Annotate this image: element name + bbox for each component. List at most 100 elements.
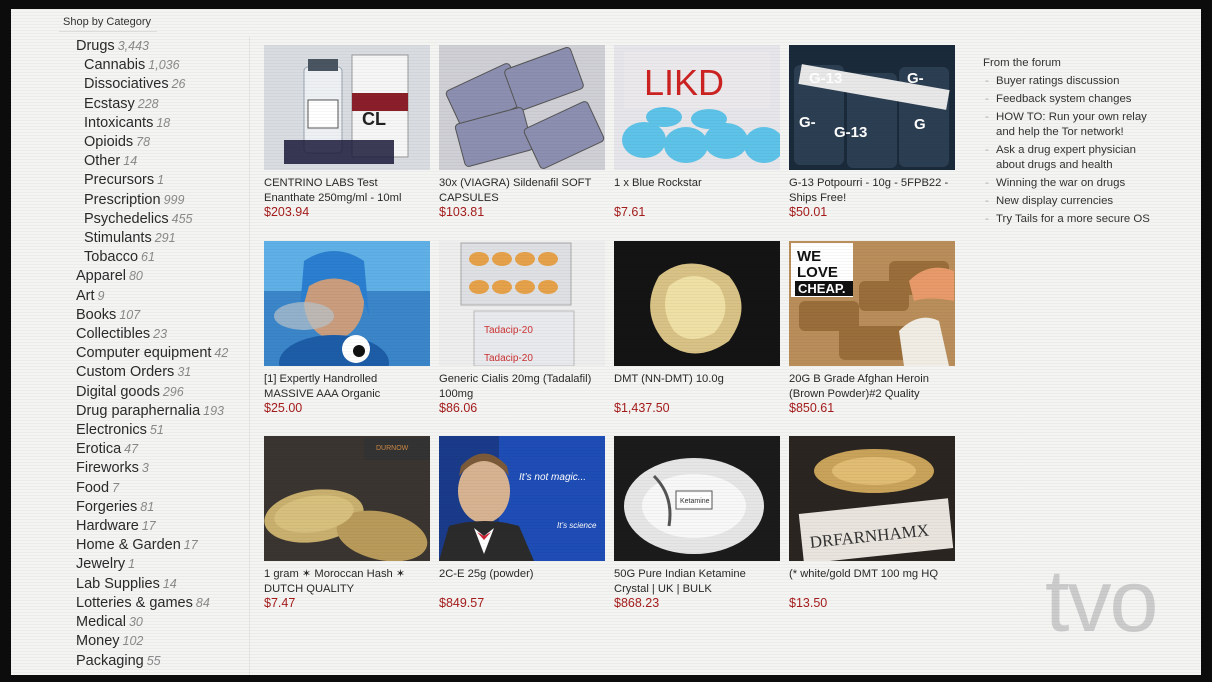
listing-card[interactable]: It’s not magic... It’s science 2C-E 25g (p… (439, 436, 605, 611)
category-name: Hardware (76, 518, 139, 535)
forum-link[interactable]: New display currencies (983, 194, 1153, 209)
listing-title[interactable]: (* white/gold DMT 100 mg HQ (789, 567, 955, 596)
category-item[interactable]: Home & Garden 17 (49, 536, 249, 555)
category-item[interactable]: Packaging 55 (49, 652, 249, 671)
category-count: 23 (153, 327, 168, 342)
listing-card[interactable]: G-13 G- G- G-13 G G-13 Potpourri - 10g - 5FPB… (789, 45, 955, 220)
category-item[interactable]: Electronics 51 (49, 421, 249, 440)
listing-title[interactable]: G-13 Potpourri - 10g - 5FPB22 - Ships Fr… (789, 176, 955, 205)
listing-thumbnail[interactable]: LIKD (614, 45, 780, 170)
category-item[interactable]: Medical 30 (49, 613, 249, 632)
listing-card[interactable]: WE LOVE CHEAP. 20G B Grade Afghan Heroin (B… (789, 241, 955, 416)
category-item[interactable]: Hardware 17 (49, 517, 249, 536)
listing-card[interactable]: DRFARNHAMX (* white/gold DMT 100 mg HQ $13… (789, 436, 955, 611)
listing-thumbnail[interactable]: DRFARNHAMX (789, 436, 955, 561)
listing-card[interactable]: Tadacip-20 Tadacip-20 Generic Cialis 20mg … (439, 241, 605, 416)
listing-card[interactable]: 30x (VIAGRA) Sildenafil SOFT CAPSULES $10… (439, 45, 605, 220)
category-count: 78 (136, 135, 151, 150)
forum-link[interactable]: HOW TO: Run your own relay and help the … (983, 110, 1153, 140)
listing-thumbnail[interactable]: WE LOVE CHEAP. (789, 241, 955, 366)
category-item[interactable]: Books 107 (49, 306, 249, 325)
category-name: Psychedelics (84, 210, 169, 227)
category-item[interactable]: Lotteries & games 84 (49, 594, 249, 613)
category-item[interactable]: Other 14 (49, 152, 249, 171)
category-count: 61 (141, 250, 155, 265)
listing-thumbnail[interactable]: Ketamine (614, 436, 780, 561)
listing-title[interactable]: CENTRINO LABS Test Enanthate 250mg/ml - … (264, 176, 430, 205)
category-item[interactable]: Forgeries 81 (49, 498, 249, 517)
category-item[interactable]: Jewelry 1 (49, 555, 249, 574)
listing-card[interactable]: CL CENTRINO LABS Test Enanthate 250mg/ml … (264, 45, 430, 220)
category-item[interactable]: Psychedelics 455 (49, 210, 249, 229)
category-item[interactable]: Dissociatives 26 (49, 75, 249, 94)
forum-link[interactable]: Ask a drug expert physician about drugs … (983, 143, 1153, 173)
category-item[interactable]: Computer equipment 42 (49, 344, 249, 363)
category-item[interactable]: Opioids 78 (49, 133, 249, 152)
category-name: Cannabis (84, 57, 146, 74)
svg-text:LOVE: LOVE (797, 264, 838, 281)
listing-thumbnail[interactable] (439, 45, 605, 170)
category-item[interactable]: Apparel 80 (49, 267, 249, 286)
listing-card[interactable]: DMT (NN-DMT) 10.0g $1,437.50 (614, 241, 780, 416)
category-item[interactable]: Cannabis 1,036 (49, 56, 249, 75)
listing-thumbnail[interactable] (614, 241, 780, 366)
category-item[interactable]: Tobacco 61 (49, 248, 249, 267)
category-item[interactable]: Intoxicants 18 (49, 114, 249, 133)
listing-title[interactable]: 2C-E 25g (powder) (439, 567, 605, 596)
listing-card[interactable]: LIKD 1 x Blue Rockstar $7.61 (614, 45, 780, 220)
category-item[interactable]: Money 102 (49, 632, 249, 651)
category-item[interactable]: Drug paraphernalia 193 (49, 402, 249, 421)
forum-link[interactable]: Buyer ratings discussion (983, 74, 1153, 89)
category-count: 81 (140, 499, 155, 514)
listing-title[interactable]: 1 gram ✶ Moroccan Hash ✶ DUTCH QUALITY (264, 567, 430, 596)
category-item[interactable]: Drugs 3,443 (49, 37, 249, 56)
listing-thumbnail[interactable]: G-13 G- G- G-13 G (789, 45, 955, 170)
category-item[interactable]: Collectibles 23 (49, 325, 249, 344)
listing-card[interactable]: Ketamine 50G Pure Indian Ketamine Crystal… (614, 436, 780, 611)
category-item[interactable]: Food 7 (49, 479, 249, 498)
listing-thumbnail[interactable]: Tadacip-20 Tadacip-20 (439, 241, 605, 366)
category-count: 193 (203, 403, 224, 418)
listing-title[interactable]: 50G Pure Indian Ketamine Crystal | UK | … (614, 567, 780, 596)
listing-thumbnail[interactable]: CL (264, 45, 430, 170)
category-name: Other (84, 153, 121, 170)
svg-text:Tadacip-20: Tadacip-20 (484, 325, 533, 336)
tvo-watermark-logo: tvo (1045, 551, 1158, 650)
listing-price: $86.06 (439, 401, 478, 415)
category-count: 80 (128, 269, 143, 284)
category-item[interactable]: Ecstasy 228 (49, 95, 249, 114)
listing-card[interactable]: DURNOW 1 gram ✶ Moroccan Hash ✶ DUTCH QUA… (264, 436, 430, 611)
category-item[interactable]: Lab Supplies 14 (49, 575, 249, 594)
category-item[interactable]: Precursors 1 (49, 171, 249, 190)
category-name: Money (76, 633, 120, 650)
category-name: Stimulants (84, 230, 152, 247)
category-item[interactable]: Digital goods 296 (49, 383, 249, 402)
listing-price: $7.47 (264, 596, 296, 610)
forum-link[interactable]: Winning the war on drugs (983, 176, 1153, 191)
category-item[interactable]: Custom Orders 31 (49, 363, 249, 382)
category-sidebar: Drugs 3,443 Cannabis 1,036 Dissociatives 26 Ec… (49, 37, 250, 675)
category-item[interactable]: Erotica 47 (49, 440, 249, 459)
listing-title[interactable]: 30x (VIAGRA) Sildenafil SOFT CAPSULES (439, 176, 605, 205)
category-count: 31 (177, 365, 192, 380)
listing-thumbnail[interactable]: DURNOW (264, 436, 430, 561)
listing-title[interactable]: DMT (NN-DMT) 10.0g (614, 372, 780, 401)
category-item[interactable]: Prescription 999 (49, 191, 249, 210)
forum-link[interactable]: Try Tails for a more secure OS (983, 212, 1153, 227)
category-item[interactable]: Art 9 (49, 287, 249, 306)
listing-thumbnail[interactable] (264, 241, 430, 366)
listing-thumbnail[interactable]: It’s not magic... It’s science (439, 436, 605, 561)
listing-title[interactable]: [1] Expertly Handrolled MASSIVE AAA Orga… (264, 372, 430, 401)
listing-title[interactable]: 1 x Blue Rockstar (614, 176, 780, 205)
category-item[interactable]: Fireworks 3 (49, 459, 249, 478)
forum-link[interactable]: Feedback system changes (983, 92, 1153, 107)
category-item[interactable]: Stimulants 291 (49, 229, 249, 248)
category-name: Packaging (76, 652, 144, 669)
listing-title[interactable]: Generic Cialis 20mg (Tadalafil) 100mg (439, 372, 605, 401)
listing-title[interactable]: 20G B Grade Afghan Heroin (Brown Powder)… (789, 372, 955, 401)
listing-card[interactable]: [1] Expertly Handrolled MASSIVE AAA Orga… (264, 241, 430, 416)
category-count: 296 (162, 384, 184, 399)
category-name: Lotteries & games (76, 594, 193, 611)
svg-text:DURNOW: DURNOW (376, 445, 409, 452)
category-count: 42 (214, 346, 229, 361)
